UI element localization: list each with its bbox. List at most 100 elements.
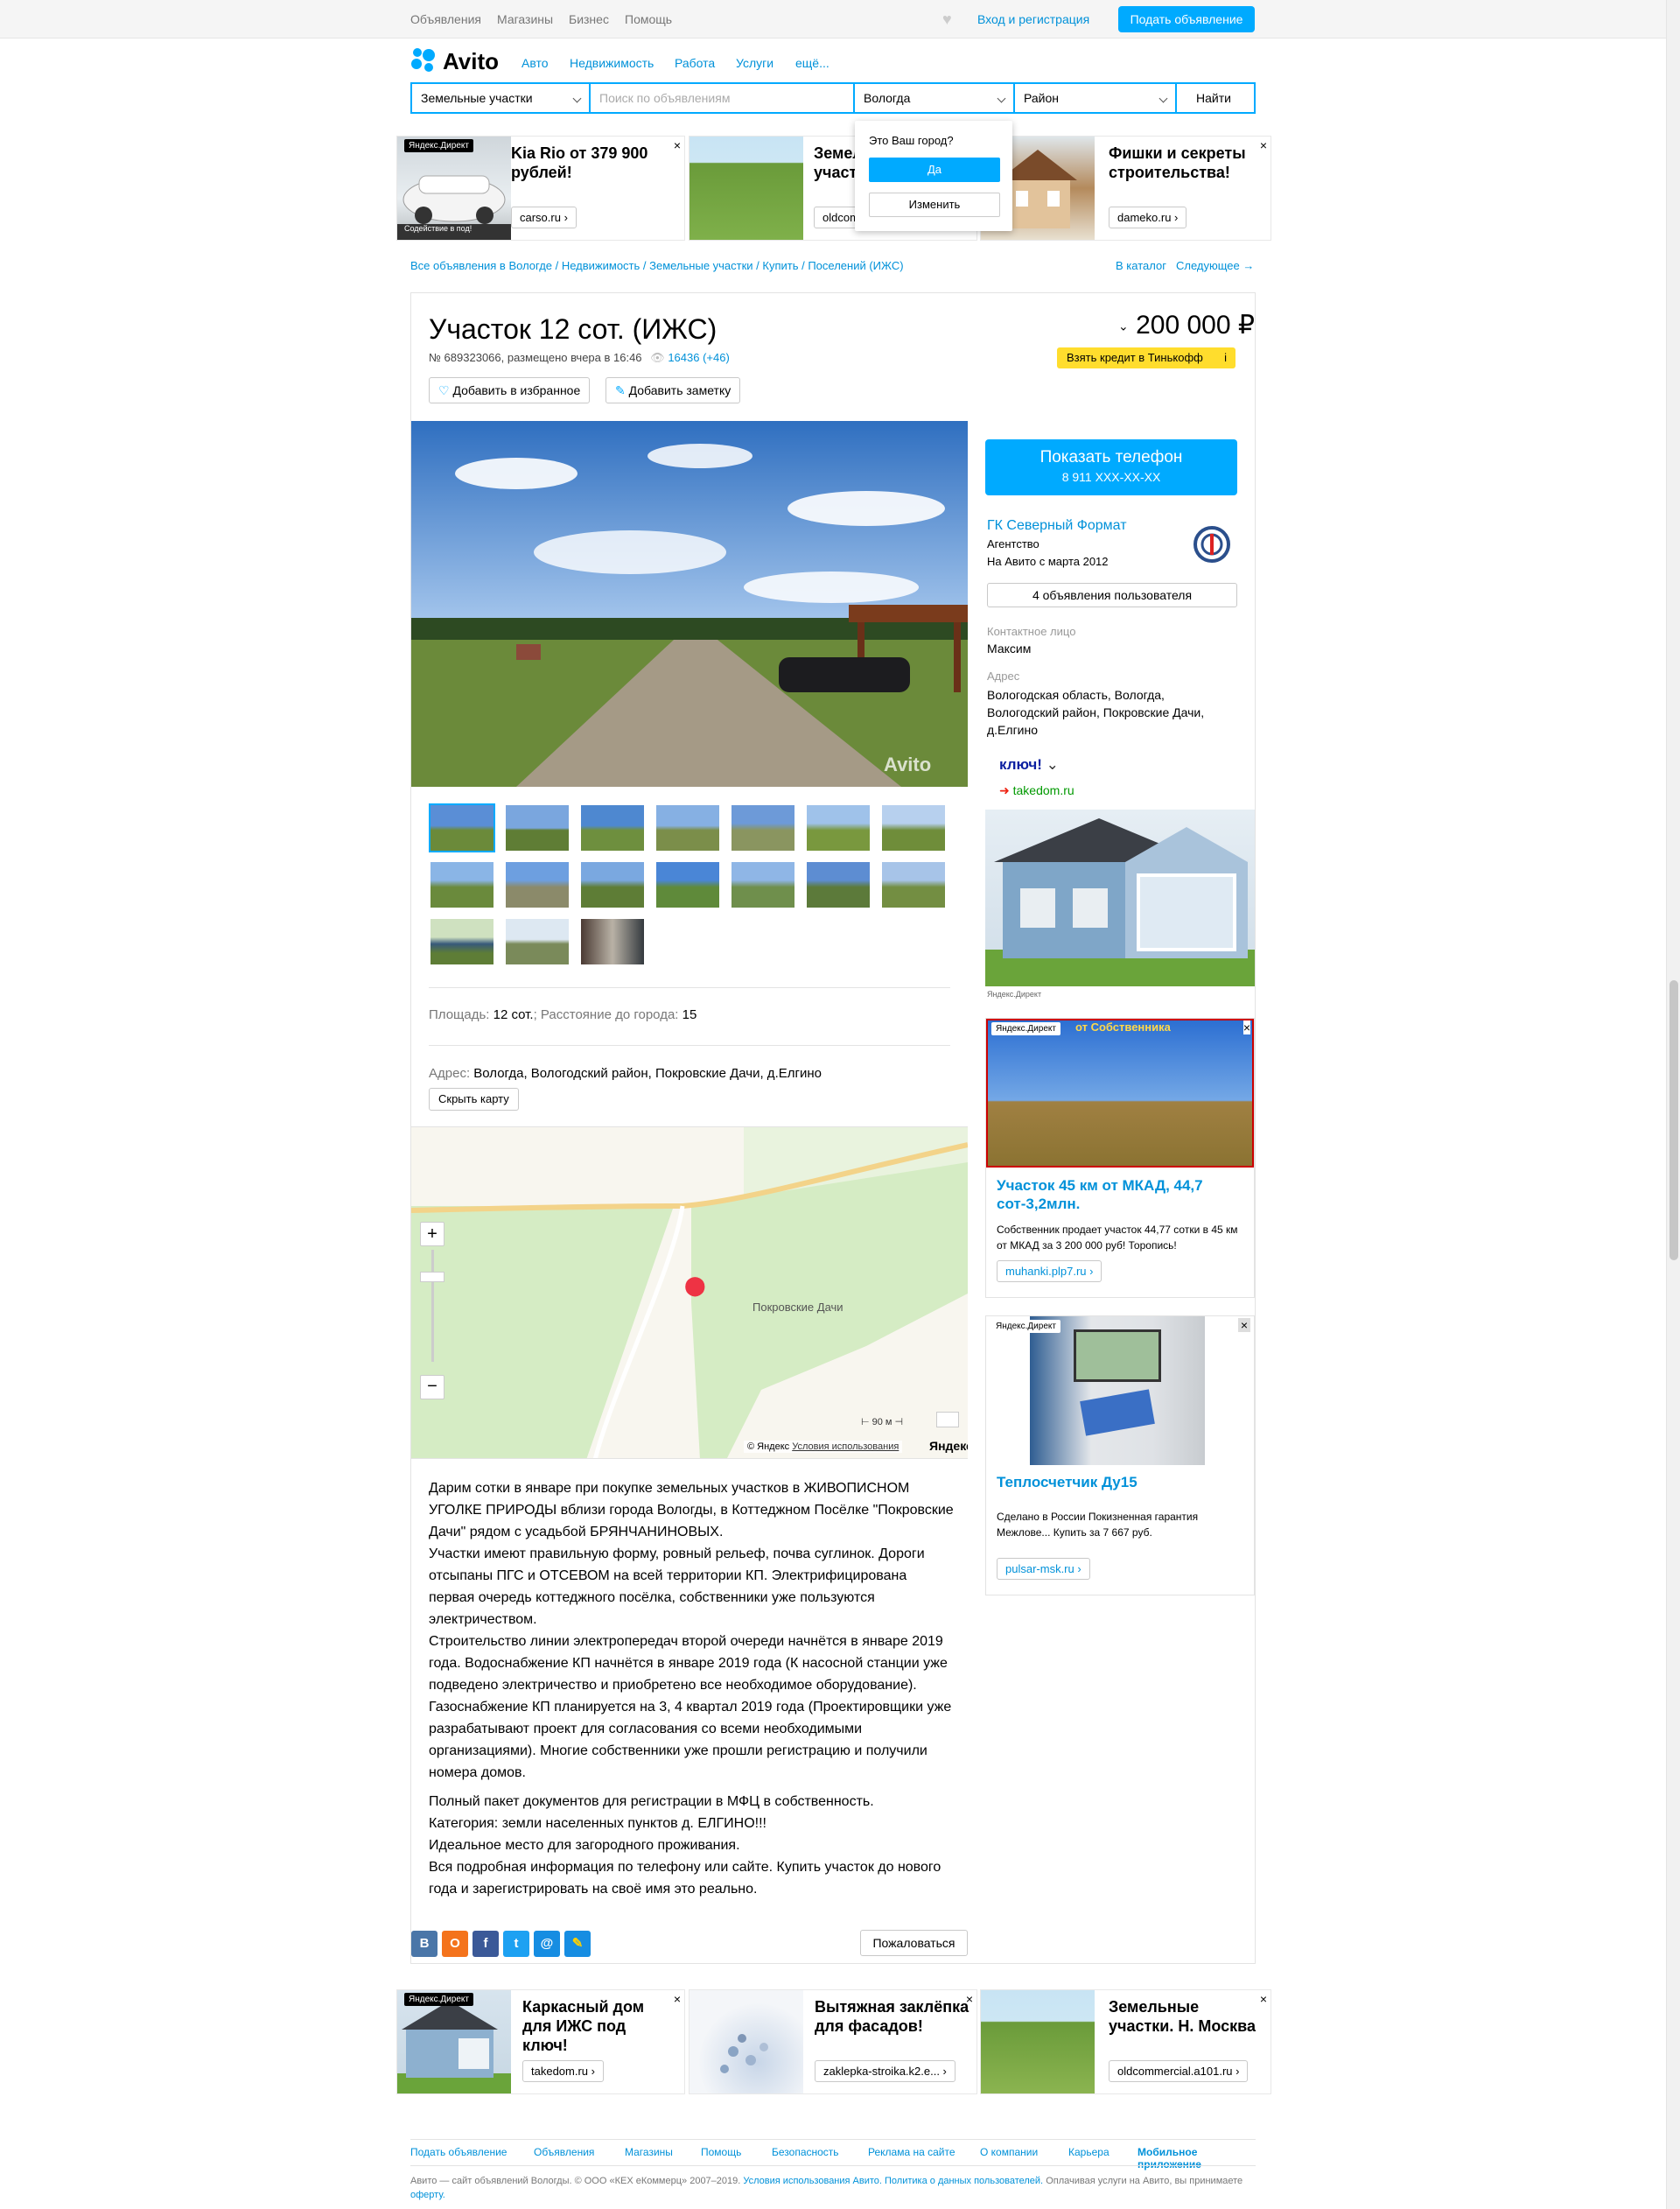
side-ad-3[interactable]: Яндекс.Директ × Теплосчетчик Ду15 Сделан… bbox=[985, 1315, 1255, 1595]
thumbnail[interactable] bbox=[579, 860, 646, 909]
search-submit-button[interactable]: Найти bbox=[1177, 84, 1254, 112]
confirm-city-button[interactable]: Да bbox=[869, 158, 1000, 182]
seller-logo[interactable] bbox=[1188, 525, 1236, 564]
catalog-link[interactable]: В каталог bbox=[1116, 259, 1166, 272]
map[interactable]: + − ⬤ Покровские Дачи ⊢ 90 м ⊣ © Яндекс … bbox=[411, 1126, 968, 1459]
nav-jobs[interactable]: Работа bbox=[675, 56, 715, 70]
favorites-heart-icon[interactable]: ♥ bbox=[942, 11, 952, 29]
ad-title[interactable]: Вытяжная заклёпка для фасадов! bbox=[815, 1997, 972, 2036]
footer-link-security[interactable]: Безопасность bbox=[772, 2146, 839, 2158]
ruler-icon[interactable] bbox=[936, 1412, 959, 1427]
nav-more[interactable]: ещё... bbox=[795, 56, 830, 70]
scrollbar-thumb[interactable] bbox=[1670, 980, 1678, 1260]
ad-title[interactable]: Каркасный дом для ИЖС под ключ! bbox=[522, 1997, 671, 2055]
thumbnail[interactable] bbox=[579, 917, 646, 966]
footer-link-ads[interactable]: Объявления bbox=[534, 2146, 594, 2158]
topbar-link-business[interactable]: Бизнес bbox=[569, 12, 609, 26]
footer-link-help[interactable]: Помощь bbox=[701, 2146, 741, 2158]
side-ad-1-image[interactable] bbox=[985, 810, 1255, 986]
close-icon[interactable]: × bbox=[1242, 1020, 1250, 1034]
share-mail-button[interactable]: @ bbox=[534, 1931, 560, 1957]
nav-services[interactable]: Услуги bbox=[736, 56, 774, 70]
footer-link-advertising[interactable]: Реклама на сайте bbox=[868, 2146, 956, 2158]
thumbnail[interactable] bbox=[429, 860, 495, 909]
yandex-logo[interactable]: Яндекс bbox=[929, 1439, 968, 1453]
close-icon[interactable]: × bbox=[1260, 1992, 1267, 2006]
top-ad-1[interactable]: Яндекс.Директ Содействие в под! Kia Rio … bbox=[396, 136, 685, 241]
side-ad-3-domain-button[interactable]: pulsar-msk.ru › bbox=[997, 1558, 1090, 1580]
nav-auto[interactable]: Авто bbox=[522, 56, 549, 70]
footer-link-careers[interactable]: Карьера bbox=[1068, 2146, 1110, 2158]
thumbnail[interactable] bbox=[880, 860, 947, 909]
login-link[interactable]: Вход и регистрация bbox=[977, 12, 1089, 26]
topbar-link-shops[interactable]: Магазины bbox=[497, 12, 553, 26]
ad-title[interactable]: Kia Rio от 379 900 рублей! bbox=[511, 144, 668, 182]
district-select[interactable]: Район bbox=[1015, 84, 1177, 112]
side-ad-1-domain[interactable]: ➜ takedom.ru bbox=[999, 783, 1074, 798]
price-chevron-icon[interactable]: ⌄ bbox=[1118, 319, 1129, 333]
thumbnail[interactable] bbox=[730, 803, 796, 852]
close-icon[interactable]: × bbox=[966, 1992, 973, 2006]
city-select[interactable]: Вологда bbox=[855, 84, 1015, 112]
topbar-link-help[interactable]: Помощь bbox=[625, 12, 672, 26]
credit-button[interactable]: Взять кредит в Тинькофф i bbox=[1057, 347, 1236, 368]
share-facebook-button[interactable]: f bbox=[472, 1931, 499, 1957]
footer-link-post[interactable]: Подать объявление bbox=[410, 2146, 507, 2158]
share-twitter-button[interactable]: t bbox=[503, 1931, 529, 1957]
map-terms-link[interactable]: Условия использования bbox=[792, 1441, 899, 1452]
hide-map-button[interactable]: Скрыть карту bbox=[429, 1088, 519, 1111]
show-phone-button[interactable]: Показать телефон 8 911 XXX-XX-XX bbox=[985, 439, 1237, 495]
ad-domain-button[interactable]: zaklepka-stroika.k2.e... › bbox=[815, 2060, 956, 2082]
main-photo[interactable]: Avito bbox=[411, 421, 968, 787]
thumbnail[interactable] bbox=[880, 803, 947, 852]
zoom-in-button[interactable]: + bbox=[420, 1222, 444, 1246]
footer-link-shops[interactable]: Магазины bbox=[625, 2146, 673, 2158]
side-ad-1-title[interactable]: ключ! ⌄ bbox=[999, 756, 1059, 774]
thumbnail[interactable] bbox=[805, 803, 872, 852]
ad-title[interactable]: Фишки и секреты строительства! bbox=[1109, 144, 1257, 182]
ad-domain-button[interactable]: dameko.ru › bbox=[1109, 207, 1187, 228]
share-livejournal-button[interactable]: ✎ bbox=[564, 1931, 591, 1957]
search-input[interactable]: Поиск по объявлениям bbox=[591, 84, 855, 112]
offer-link[interactable]: оферту. bbox=[410, 2190, 445, 2200]
page-scrollbar[interactable] bbox=[1666, 0, 1680, 2209]
side-ad-2-title[interactable]: Участок 45 км от МКАД, 44,7 сот-3,2млн. bbox=[997, 1176, 1242, 1213]
side-ad-2[interactable]: от Собственника Яндекс.Директ × Участок … bbox=[985, 1018, 1255, 1298]
zoom-slider-handle[interactable] bbox=[420, 1272, 444, 1282]
zoom-slider[interactable] bbox=[431, 1250, 434, 1362]
add-favorite-button[interactable]: ♡ Добавить в избранное bbox=[429, 377, 591, 403]
terms-link[interactable]: Условия использования Авито. bbox=[743, 2176, 882, 2186]
close-icon[interactable]: × bbox=[674, 1992, 681, 2006]
share-ok-button[interactable]: О bbox=[442, 1931, 468, 1957]
ad-domain-button[interactable]: takedom.ru › bbox=[522, 2060, 604, 2082]
change-city-button[interactable]: Изменить bbox=[869, 193, 1000, 217]
thumbnail[interactable] bbox=[504, 917, 570, 966]
bottom-ad-1[interactable]: Яндекс.Директ Каркасный дом для ИЖС под … bbox=[396, 1989, 685, 2094]
footer-link-mobile-app[interactable]: Мобильное приложение bbox=[1138, 2146, 1256, 2170]
add-note-button[interactable]: ✎ Добавить заметку bbox=[606, 377, 741, 403]
next-listing-link[interactable]: Следующее → bbox=[1176, 259, 1254, 272]
close-icon[interactable]: × bbox=[1260, 138, 1267, 152]
thumbnail[interactable] bbox=[429, 917, 495, 966]
thumbnail[interactable] bbox=[654, 803, 721, 852]
ad-title[interactable]: Земельные участки. Н. Москва bbox=[1109, 1997, 1257, 2036]
share-vk-button[interactable]: В bbox=[411, 1931, 438, 1957]
post-ad-button[interactable]: Подать объявление bbox=[1118, 6, 1255, 32]
thumbnail[interactable] bbox=[504, 803, 570, 852]
category-select[interactable]: Земельные участки bbox=[412, 84, 591, 112]
bottom-ad-2[interactable]: Вытяжная заклёпка для фасадов! zaklepka-… bbox=[689, 1989, 977, 2094]
thumbnail[interactable] bbox=[805, 860, 872, 909]
footer-link-about[interactable]: О компании bbox=[980, 2146, 1038, 2158]
bottom-ad-3[interactable]: Земельные участки. Н. Москва oldcommerci… bbox=[980, 1989, 1271, 2094]
seller-listings-button[interactable]: 4 объявления пользователя bbox=[987, 583, 1237, 607]
close-icon[interactable]: × bbox=[674, 138, 681, 152]
topbar-link-ads[interactable]: Объявления bbox=[410, 12, 481, 26]
top-ad-3[interactable]: Фишки и секреты строительства! dameko.ru… bbox=[980, 136, 1271, 241]
thumbnail[interactable] bbox=[654, 860, 721, 909]
thumbnail[interactable] bbox=[429, 803, 495, 852]
side-ad-2-domain-button[interactable]: muhanki.plp7.ru › bbox=[997, 1260, 1102, 1282]
thumbnail[interactable] bbox=[730, 860, 796, 909]
privacy-link[interactable]: Политика о данных пользователей. bbox=[885, 2176, 1043, 2186]
zoom-out-button[interactable]: − bbox=[420, 1375, 444, 1399]
location-pin-icon[interactable]: ⬤ bbox=[684, 1276, 706, 1295]
